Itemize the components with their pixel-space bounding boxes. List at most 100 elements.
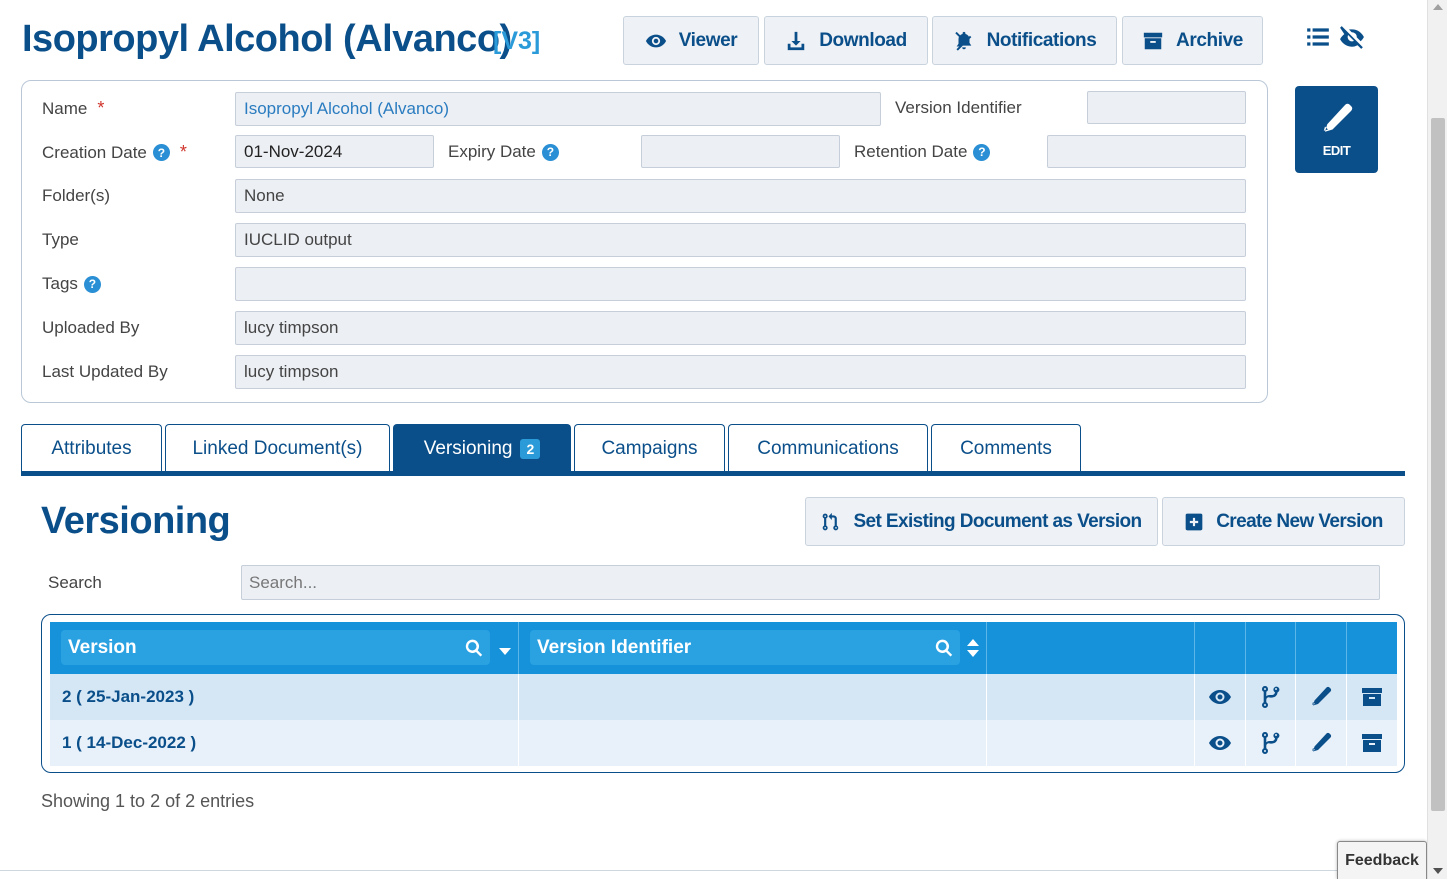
- create-new-version-button[interactable]: Create New Version: [1162, 497, 1405, 546]
- tab-communications[interactable]: Communications: [728, 424, 928, 472]
- tab-attributes[interactable]: Attributes: [21, 424, 162, 472]
- blank-cell: [987, 674, 1195, 720]
- git-pull-request-icon: [823, 512, 839, 530]
- archive-action-cell: [1347, 720, 1397, 766]
- eye-icon[interactable]: [1208, 731, 1232, 755]
- edit-action-cell: [1296, 720, 1347, 766]
- expiry-date-label: Expiry Date ?: [448, 142, 559, 162]
- notifications-label: Notifications: [986, 29, 1097, 51]
- edit-button[interactable]: EDIT: [1295, 86, 1378, 173]
- expiry-date-field[interactable]: [641, 135, 840, 168]
- version-identifier-cell: [519, 720, 987, 766]
- document-title: Isopropyl Alcohol (Alvanco): [22, 18, 512, 60]
- archive-icon[interactable]: [1360, 685, 1384, 709]
- creation-date-field[interactable]: 01-Nov-2024: [235, 135, 434, 168]
- search-icon[interactable]: [464, 638, 484, 658]
- version-identifier-field[interactable]: [1087, 91, 1246, 124]
- version-identifier-column-filter[interactable]: Version Identifier: [530, 630, 960, 665]
- retention-date-field[interactable]: [1047, 135, 1246, 168]
- download-button[interactable]: Download: [764, 16, 928, 65]
- table-header: Version Version Identifier: [50, 622, 1397, 674]
- scroll-up-icon[interactable]: [1433, 4, 1443, 10]
- eye-icon: [645, 34, 666, 47]
- last-updated-by-field[interactable]: lucy timpson: [235, 355, 1246, 389]
- version-column-filter[interactable]: Version: [61, 630, 490, 665]
- notifications-button[interactable]: Notifications: [932, 16, 1117, 65]
- tags-field[interactable]: [235, 267, 1246, 301]
- version-identifier-label: Version Identifier: [895, 98, 1022, 117]
- pencil-icon[interactable]: [1309, 685, 1333, 709]
- blank-cell: [987, 720, 1195, 766]
- versions-table: Version Version Identifier 2 ( 25-Jan-20…: [41, 614, 1405, 773]
- version-cell[interactable]: 2 ( 25-Jan-2023 ): [50, 674, 519, 720]
- vertical-scrollbar[interactable]: [1427, 0, 1447, 879]
- sort-both-icon[interactable]: [966, 638, 980, 658]
- type-field[interactable]: IUCLID output: [235, 223, 1246, 257]
- edit-action-cell: [1296, 674, 1347, 720]
- view-action-cell: [1195, 720, 1246, 766]
- type-label: Type: [42, 230, 79, 249]
- search-label: Search: [48, 573, 102, 592]
- bell-slash-icon: [954, 31, 971, 51]
- sort-desc-icon[interactable]: [498, 638, 512, 658]
- tags-label: Tags ?: [42, 274, 101, 294]
- help-icon[interactable]: ?: [541, 143, 559, 161]
- retention-date-label: Retention Date ?: [854, 142, 991, 162]
- help-icon[interactable]: ?: [83, 275, 101, 293]
- scroll-down-icon[interactable]: [1433, 868, 1443, 874]
- search-icon[interactable]: [934, 638, 954, 658]
- footer-divider: [0, 870, 1427, 871]
- pencil-icon[interactable]: [1309, 731, 1333, 755]
- document-page: Isopropyl Alcohol (Alvanco) [V3] Viewer …: [0, 0, 1427, 879]
- archive-icon: [1143, 32, 1163, 49]
- tab-underline: [21, 471, 1405, 476]
- download-icon: [787, 31, 805, 50]
- column-view: [1195, 622, 1246, 674]
- branch-action-cell: [1246, 674, 1296, 720]
- version-cell[interactable]: 1 ( 14-Dec-2022 ): [50, 720, 519, 766]
- code-branch-icon[interactable]: [1259, 731, 1283, 755]
- folders-field[interactable]: None: [235, 179, 1246, 213]
- table-row: 2 ( 25-Jan-2023 ): [50, 674, 1397, 720]
- versioning-count-badge: 2: [520, 438, 541, 459]
- edit-label: EDIT: [1322, 143, 1351, 158]
- set-existing-document-button[interactable]: Set Existing Document as Version: [805, 497, 1158, 546]
- branch-action-cell: [1246, 720, 1296, 766]
- set-existing-label: Set Existing Document as Version: [853, 510, 1142, 532]
- help-icon[interactable]: ?: [973, 143, 991, 161]
- archive-button[interactable]: Archive: [1122, 16, 1263, 65]
- version-identifier-cell: [519, 674, 987, 720]
- name-field[interactable]: Isopropyl Alcohol (Alvanco): [235, 92, 881, 126]
- viewer-button[interactable]: Viewer: [623, 16, 759, 65]
- tab-linked-documents[interactable]: Linked Document(s): [165, 424, 390, 472]
- version-tag: [V3]: [493, 27, 541, 55]
- feedback-button[interactable]: Feedback: [1337, 841, 1427, 879]
- tab-campaigns[interactable]: Campaigns: [574, 424, 725, 472]
- tab-versioning[interactable]: Versioning 2: [393, 424, 571, 472]
- eye-icon[interactable]: [1208, 685, 1232, 709]
- uploaded-by-field[interactable]: lucy timpson: [235, 311, 1246, 345]
- archive-label: Archive: [1176, 29, 1243, 51]
- uploaded-by-label: Uploaded By: [42, 318, 140, 337]
- download-label: Download: [819, 29, 907, 51]
- view-action-cell: [1195, 674, 1246, 720]
- help-icon[interactable]: ?: [152, 144, 170, 161]
- column-edit: [1296, 622, 1347, 674]
- column-blank: [987, 622, 1195, 674]
- eye-slash-icon[interactable]: [1339, 24, 1365, 50]
- column-branch: [1246, 622, 1296, 674]
- view-toggle: [1305, 24, 1365, 50]
- search-input[interactable]: [241, 565, 1380, 600]
- tab-comments[interactable]: Comments: [931, 424, 1081, 472]
- folders-label: Folder(s): [42, 186, 111, 205]
- code-branch-icon[interactable]: [1259, 685, 1283, 709]
- archive-icon[interactable]: [1360, 731, 1384, 755]
- pencil-icon: [1323, 103, 1352, 132]
- scroll-thumb[interactable]: [1431, 118, 1445, 811]
- column-version-identifier[interactable]: Version Identifier: [519, 622, 987, 674]
- list-icon[interactable]: [1305, 24, 1331, 50]
- tab-bar: Attributes Linked Document(s) Versioning…: [21, 424, 1081, 472]
- column-version[interactable]: Version: [50, 622, 519, 674]
- section-title: Versioning: [41, 500, 231, 542]
- create-new-label: Create New Version: [1216, 510, 1383, 532]
